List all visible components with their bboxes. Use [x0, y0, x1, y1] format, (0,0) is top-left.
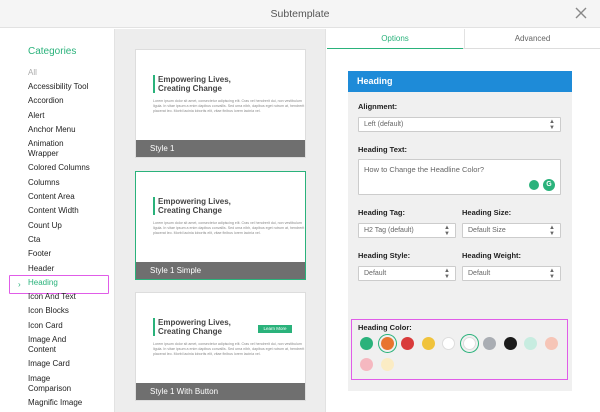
color-swatch[interactable] [524, 337, 537, 350]
color-swatch[interactable] [380, 358, 394, 371]
heading-color-label: Heading Color: [358, 323, 412, 332]
alignment-value: Left (default) [364, 121, 404, 128]
options-panel: Options Advanced Heading Alignment: Left… [327, 29, 600, 412]
close-icon[interactable] [574, 6, 588, 20]
select-arrows-icon: ▲ ▼ [549, 268, 555, 280]
category-item-all[interactable]: All [0, 68, 113, 78]
card-label: Style 1 Simple [136, 262, 305, 279]
category-list: All Accessibility Tool Accordion Alert A… [0, 66, 113, 408]
select-arrows-icon: ▲ ▼ [444, 268, 450, 280]
tab-advanced[interactable]: Advanced [464, 29, 600, 49]
heading-color-picker: Heading Color: [351, 319, 568, 380]
heading-text-value: How to Change the Headline Color? [364, 165, 485, 174]
category-item-icon-and-text[interactable]: Icon And Text [0, 292, 113, 302]
card-heading: Empowering Lives, Creating Change [158, 75, 231, 93]
subtemplate-dialog: Subtemplate Categories › All Accessibili… [0, 0, 600, 412]
categories-sidebar: Categories › All Accessibility Tool Acco… [0, 29, 113, 412]
card-label: Style 1 With Button [136, 383, 305, 400]
card-body: Lorem ipsum dolor sit amet, consectetur … [153, 221, 305, 235]
category-item-icon-card[interactable]: Icon Card [0, 321, 113, 331]
color-swatch[interactable] [544, 337, 558, 350]
select-arrows-icon: ▲ ▼ [549, 119, 555, 131]
category-item-anchor-menu[interactable]: Anchor Menu [0, 125, 113, 135]
select-arrows-icon: ▲ ▼ [444, 225, 450, 237]
heading-style-label: Heading Style: [358, 251, 411, 260]
color-swatch[interactable] [442, 337, 455, 350]
section-title: Heading [348, 71, 572, 92]
heading-weight-select[interactable]: Default ▲ ▼ [462, 266, 561, 281]
color-swatch[interactable] [503, 337, 517, 350]
alignment-select[interactable]: Left (default) ▲ ▼ [358, 117, 561, 132]
categories-heading: Categories [28, 46, 77, 57]
category-item-alert[interactable]: Alert [0, 111, 113, 121]
heading-weight-label: Heading Weight: [462, 251, 522, 260]
tab-options[interactable]: Options [327, 29, 463, 49]
heading-text-field[interactable]: How to Change the Headline Color? G [358, 159, 561, 195]
heading-size-label: Heading Size: [462, 208, 512, 217]
category-item-image-comparison[interactable]: Image Comparison [0, 374, 113, 394]
color-swatch[interactable] [360, 358, 373, 371]
category-item-content-area[interactable]: Content Area [0, 192, 113, 202]
category-item-icon-blocks[interactable]: Icon Blocks [0, 306, 113, 316]
color-swatch[interactable] [380, 337, 394, 350]
template-thumbnails: Empowering Lives, Creating Change Lorem … [114, 29, 326, 412]
template-card-style-1-simple[interactable]: Empowering Lives, Creating Change Lorem … [135, 171, 306, 280]
heading-tag-value: H2 Tag (default) [364, 227, 414, 234]
category-item-accordion[interactable]: Accordion [0, 96, 113, 106]
category-item-colored-columns[interactable]: Colored Columns [0, 163, 113, 173]
template-card-style-1[interactable]: Empowering Lives, Creating Change Lorem … [135, 49, 306, 158]
heading-tag-label: Heading Tag: [358, 208, 405, 217]
category-item-heading[interactable]: Heading [0, 278, 113, 288]
card-heading: Empowering Lives, Creating Change [158, 197, 231, 215]
card-body: Lorem ipsum dolor sit amet, consectetur … [153, 99, 305, 113]
template-card-style-1-with-button[interactable]: Empowering Lives, Creating Change Learn … [135, 292, 306, 401]
color-swatch[interactable] [360, 337, 373, 350]
category-item-count-up[interactable]: Count Up [0, 221, 113, 231]
color-swatch[interactable] [421, 337, 435, 350]
heading-style-select[interactable]: Default ▲ ▼ [358, 266, 456, 281]
category-item-footer[interactable]: Footer [0, 249, 113, 259]
category-item-cta[interactable]: Cta [0, 235, 113, 245]
category-item-columns[interactable]: Columns [0, 178, 113, 188]
heading-text-label: Heading Text: [358, 145, 408, 154]
category-item-accessibility-tool[interactable]: Accessibility Tool [0, 82, 113, 92]
color-swatch[interactable] [483, 337, 496, 350]
alignment-label: Alignment: [358, 102, 398, 111]
card-heading: Empowering Lives, Creating Change [158, 318, 231, 336]
heading-size-select[interactable]: Default Size ▲ ▼ [462, 223, 561, 238]
card-label: Style 1 [136, 140, 305, 157]
select-arrows-icon: ▲ ▼ [549, 225, 555, 237]
heading-style-value: Default [364, 270, 387, 277]
accent-line [153, 75, 155, 93]
card-learn-more-button: Learn More [258, 325, 292, 333]
location-pin-icon[interactable] [529, 180, 539, 190]
heading-weight-value: Default [468, 270, 491, 277]
color-swatch[interactable] [462, 337, 476, 350]
accent-line [153, 318, 155, 336]
dialog-title: Subtemplate [270, 8, 330, 20]
heading-tag-select[interactable]: H2 Tag (default) ▲ ▼ [358, 223, 456, 238]
heading-size-value: Default Size [468, 227, 506, 234]
category-item-header[interactable]: Header [0, 264, 113, 274]
dialog-titlebar: Subtemplate [0, 0, 600, 28]
accent-line [153, 197, 155, 215]
category-item-image-and-content[interactable]: Image And Content [0, 335, 113, 355]
category-item-magnific-image[interactable]: Magnific Image [0, 398, 113, 408]
category-item-image-card[interactable]: Image Card [0, 359, 113, 369]
panel-tabs: Options Advanced [327, 29, 600, 49]
grammarly-icon[interactable]: G [543, 179, 555, 191]
color-swatch[interactable] [401, 337, 414, 350]
category-item-content-width[interactable]: Content Width [0, 206, 113, 216]
category-item-animation-wrapper[interactable]: Animation Wrapper [0, 139, 113, 159]
card-body: Lorem ipsum dolor sit amet, consectetur … [153, 342, 305, 356]
